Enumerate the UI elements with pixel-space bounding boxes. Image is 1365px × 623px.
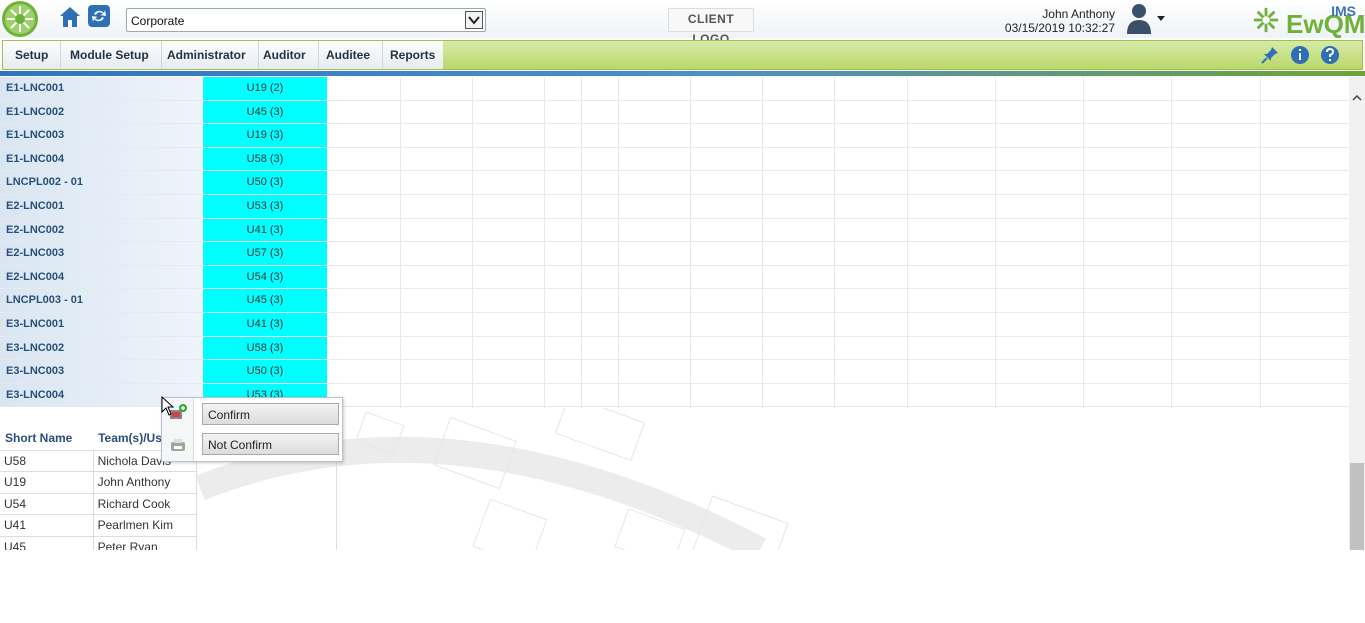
- row-name: E2-LNC004: [0, 265, 203, 289]
- help-icon[interactable]: [1320, 45, 1340, 65]
- not-confirm-icon[interactable]: [168, 435, 188, 455]
- row-name: E2-LNC001: [0, 195, 203, 218]
- assignment-cell[interactable]: U58 (3): [203, 336, 327, 360]
- assignment-cell[interactable]: U50 (3): [203, 171, 327, 194]
- table-row: LNCPL002 - 01 U50 (3): [0, 171, 1349, 195]
- row-name: E3-LNC002: [0, 336, 203, 360]
- table-row: U19 John Anthony: [0, 471, 196, 494]
- table-row: E2-LNC004 U54 (3): [0, 265, 1349, 290]
- toolbar-icons: [1260, 45, 1350, 65]
- assignment-cell[interactable]: U50 (3): [203, 360, 327, 383]
- home-icon[interactable]: [58, 5, 82, 29]
- table-row: LNCPL003 - 01 U45 (3): [0, 289, 1349, 313]
- legend-short: U19: [0, 471, 94, 494]
- assignment-cell[interactable]: U57 (3): [203, 242, 327, 265]
- refresh-icon[interactable]: [88, 5, 110, 27]
- table-row: E2-LNC001 U53 (3): [0, 195, 1349, 219]
- chevron-up-icon[interactable]: [1352, 93, 1362, 103]
- organization-select-value: Corporate: [131, 14, 185, 28]
- row-name: E1-LNC003: [0, 124, 203, 147]
- legend-short: U58: [0, 450, 94, 472]
- legend-user: John Anthony: [93, 471, 196, 494]
- mouse-cursor-icon: [161, 396, 175, 416]
- legend-header-short-name: Short Name: [0, 426, 94, 451]
- chevron-down-icon[interactable]: [465, 11, 483, 29]
- audit-grid: E1-LNC001 U19 (2) E1-LNC002 U45 (3) E1-LNC…: [0, 77, 1349, 408]
- row-name: E1-LNC002: [0, 100, 203, 124]
- menu-setup[interactable]: Setup: [3, 41, 62, 69]
- user-name: John Anthony: [1042, 7, 1115, 21]
- pin-icon[interactable]: [1260, 45, 1280, 65]
- row-name: E2-LNC003: [0, 242, 203, 265]
- table-row: E1-LNC003 U19 (3): [0, 124, 1349, 148]
- brand-suffix: IMS: [1331, 3, 1356, 19]
- row-name: E1-LNC001: [0, 77, 203, 100]
- assignment-cell[interactable]: U45 (3): [203, 289, 327, 312]
- table-row: E3-LNC002 U58 (3): [0, 336, 1349, 361]
- client-logo: CLIENT LOGO: [668, 8, 754, 46]
- main-menu-bar: Setup Module Setup Administrator Auditor…: [2, 40, 1363, 70]
- sun-logo-icon[interactable]: [0, 0, 40, 38]
- assignment-cell[interactable]: U19 (2): [203, 77, 327, 100]
- brand-sun-icon: [1253, 7, 1279, 33]
- row-name: LNCPL002 - 01: [0, 171, 203, 194]
- table-row: E1-LNC002 U45 (3): [0, 100, 1349, 125]
- menu-auditee[interactable]: Auditee: [314, 41, 384, 69]
- table-row: E2-LNC003 U57 (3): [0, 242, 1349, 266]
- menu-reports[interactable]: Reports: [378, 41, 447, 69]
- legend-short: U41: [0, 514, 94, 537]
- table-row: E1-LNC004 U58 (3): [0, 147, 1349, 172]
- menu-module-setup[interactable]: Module Setup: [58, 41, 162, 69]
- menu-items: Setup Module Setup Administrator Auditor…: [3, 41, 443, 69]
- table-row: U41 Pearlmen Kim: [0, 514, 196, 537]
- scrollbar-thumb[interactable]: [1350, 463, 1364, 550]
- assignment-cell[interactable]: U41 (3): [203, 218, 327, 242]
- table-row: E1-LNC001 U19 (2): [0, 77, 1349, 101]
- row-name: E1-LNC004: [0, 147, 203, 171]
- legend-short: U54: [0, 493, 94, 515]
- info-icon[interactable]: [1290, 45, 1310, 65]
- row-name: E2-LNC002: [0, 218, 203, 242]
- menu-administrator[interactable]: Administrator: [155, 41, 259, 69]
- legend-short: U45: [0, 536, 94, 550]
- brand-logo: EwQMS IMS: [1252, 3, 1365, 39]
- row-name: LNCPL003 - 01: [0, 289, 203, 312]
- row-name: E3-LNC003: [0, 360, 203, 383]
- assignment-cell[interactable]: U45 (3): [203, 100, 327, 124]
- legend-user: Pearlmen Kim: [93, 514, 196, 537]
- app-header: Corporate CLIENT LOGO John Anthony 03/15…: [0, 0, 1365, 46]
- table-row: U45 Peter Ryan: [0, 536, 196, 550]
- user-avatar-icon[interactable]: [1124, 2, 1154, 34]
- table-row: E2-LNC002 U41 (3): [0, 218, 1349, 243]
- confirm-button[interactable]: Confirm: [202, 403, 339, 425]
- organization-select[interactable]: Corporate: [126, 8, 486, 32]
- caret-down-icon[interactable]: [1156, 13, 1166, 23]
- table-row: U54 Richard Cook: [0, 493, 196, 515]
- menu-auditor[interactable]: Auditor: [251, 41, 319, 69]
- legend-user: Richard Cook: [93, 493, 196, 515]
- assignment-cell[interactable]: U53 (3): [203, 195, 327, 218]
- assignment-cell[interactable]: U41 (3): [203, 313, 327, 336]
- vertical-scrollbar[interactable]: [1349, 77, 1365, 550]
- table-row: E3-LNC003 U50 (3): [0, 360, 1349, 384]
- header-divider: [0, 71, 1365, 76]
- assignment-cell[interactable]: U19 (3): [203, 124, 327, 147]
- current-datetime: 03/15/2019 10:32:27: [1004, 21, 1115, 35]
- assignment-cell[interactable]: U58 (3): [203, 147, 327, 171]
- not-confirm-button[interactable]: Not Confirm: [202, 433, 339, 455]
- table-row: E3-LNC001 U41 (3): [0, 313, 1349, 337]
- context-menu: Confirm Not Confirm: [161, 397, 343, 462]
- assignment-cell[interactable]: U54 (3): [203, 265, 327, 289]
- legend-user: Peter Ryan: [93, 536, 196, 550]
- row-name: E3-LNC001: [0, 313, 203, 336]
